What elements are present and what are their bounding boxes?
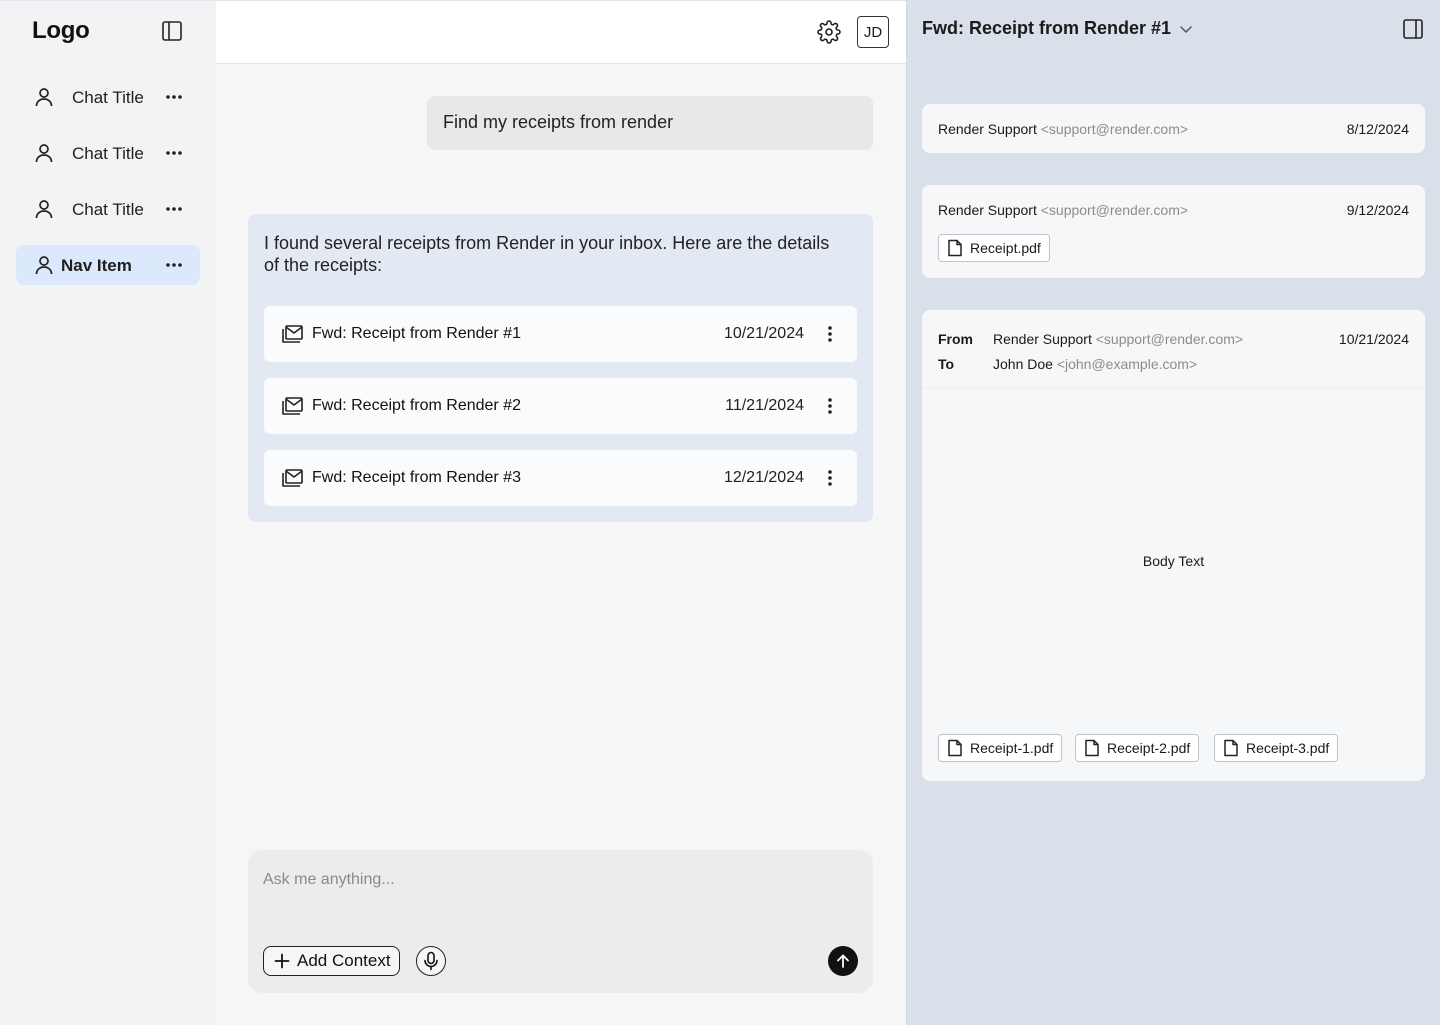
to-email: <john@example.com> bbox=[1056, 356, 1198, 372]
more-vertical-icon[interactable] bbox=[820, 466, 840, 490]
send-button[interactable] bbox=[828, 946, 858, 976]
gear-icon[interactable] bbox=[817, 20, 841, 44]
assistant-message: I found several receipts from Render in … bbox=[248, 214, 873, 522]
mail-stack-icon bbox=[280, 322, 304, 346]
sidebar-item-chat-2[interactable]: Chat Title bbox=[16, 133, 200, 173]
sender-email: <support@render.com> bbox=[1040, 121, 1189, 137]
email-result-row[interactable]: Fwd: Receipt from Render #3 12/21/2024 bbox=[264, 450, 857, 506]
attachment-chip[interactable]: Receipt-1.pdf bbox=[938, 734, 1063, 762]
microphone-icon bbox=[422, 951, 440, 971]
thread-date: 9/12/2024 bbox=[1346, 202, 1409, 218]
file-icon bbox=[1223, 739, 1239, 757]
add-context-label: Add Context bbox=[297, 951, 391, 970]
email-preview-panel: Fwd: Receipt from Render #1 Render Suppo… bbox=[906, 0, 1440, 1025]
open-message: From Render Support <support@render.com>… bbox=[922, 310, 1425, 781]
from-email: <support@render.com> bbox=[1095, 331, 1244, 347]
more-vertical-icon[interactable] bbox=[820, 322, 840, 346]
email-result-title: Fwd: Receipt from Render #1 bbox=[312, 325, 521, 342]
user-message: Find my receipts from render bbox=[427, 96, 873, 150]
sidebar-item-chat-1[interactable]: Chat Title bbox=[16, 77, 200, 117]
user-icon bbox=[32, 141, 56, 165]
attachment-name: Receipt-1.pdf bbox=[970, 740, 1054, 756]
email-result-date: 11/21/2024 bbox=[725, 397, 804, 414]
from-name: Render Support bbox=[993, 331, 1092, 347]
sidebar-item-nav-item[interactable]: Nav Item bbox=[16, 245, 200, 285]
chat-header: JD bbox=[216, 1, 906, 64]
sidebar-item-label: Chat Title bbox=[72, 88, 144, 107]
arrow-up-icon bbox=[835, 953, 851, 969]
attachment-name: Receipt.pdf bbox=[970, 240, 1041, 256]
attachment-chip[interactable]: Receipt.pdf bbox=[938, 234, 1050, 262]
thread-sender: Render Support <support@render.com> bbox=[938, 202, 1188, 218]
email-result-row[interactable]: Fwd: Receipt from Render #2 11/21/2024 bbox=[264, 378, 857, 434]
user-icon bbox=[32, 85, 56, 109]
more-horizontal-icon[interactable] bbox=[164, 197, 184, 221]
sender-email: <support@render.com> bbox=[1040, 202, 1189, 218]
email-result-date: 12/21/2024 bbox=[723, 469, 804, 486]
microphone-button[interactable] bbox=[416, 946, 446, 976]
file-icon bbox=[947, 239, 963, 257]
chat-area: JD Find my receipts from render I found … bbox=[216, 0, 906, 1025]
email-result-date: 10/21/2024 bbox=[723, 325, 804, 342]
chevron-down-icon[interactable] bbox=[1177, 20, 1195, 38]
sender-name: Render Support bbox=[938, 121, 1037, 137]
header-divider bbox=[922, 387, 1425, 388]
sidebar-item-label: Chat Title bbox=[72, 200, 144, 219]
to-value: John Doe <john@example.com> bbox=[993, 356, 1197, 372]
thread-sender: Render Support <support@render.com> bbox=[938, 121, 1188, 137]
more-horizontal-icon[interactable] bbox=[164, 85, 184, 109]
sidebar: Logo Chat Title Chat Title Chat Title Na… bbox=[0, 0, 216, 1025]
thread-message[interactable]: Render Support <support@render.com> 8/12… bbox=[922, 104, 1425, 153]
logo: Logo bbox=[32, 17, 90, 44]
add-context-button[interactable]: Add Context bbox=[263, 946, 400, 976]
mail-stack-icon bbox=[280, 466, 304, 490]
message-body: Body Text bbox=[1142, 553, 1205, 569]
sidebar-toggle-icon[interactable] bbox=[160, 19, 184, 43]
panel-toggle-icon[interactable] bbox=[1401, 17, 1425, 41]
sidebar-item-label: Chat Title bbox=[72, 144, 144, 163]
user-icon bbox=[32, 197, 56, 221]
thread-date: 8/12/2024 bbox=[1346, 121, 1409, 137]
sidebar-item-label: Nav Item bbox=[61, 256, 132, 275]
attachment-name: Receipt-3.pdf bbox=[1246, 740, 1330, 756]
assistant-message-text: I found several receipts from Render in … bbox=[264, 233, 830, 275]
avatar[interactable]: JD bbox=[857, 16, 889, 48]
email-result-title: Fwd: Receipt from Render #2 bbox=[312, 397, 521, 414]
panel-title[interactable]: Fwd: Receipt from Render #1 bbox=[922, 18, 1171, 39]
file-icon bbox=[1084, 739, 1100, 757]
thread-message[interactable]: Render Support <support@render.com> 9/12… bbox=[922, 185, 1425, 278]
composer: Add Context bbox=[248, 850, 873, 993]
email-result-title: Fwd: Receipt from Render #3 bbox=[312, 469, 521, 486]
mail-stack-icon bbox=[280, 394, 304, 418]
email-result-row[interactable]: Fwd: Receipt from Render #1 10/21/2024 bbox=[264, 306, 857, 362]
message-date: 10/21/2024 bbox=[1338, 331, 1409, 347]
plus-icon bbox=[273, 952, 291, 970]
from-value: Render Support <support@render.com> bbox=[993, 331, 1243, 347]
chat-input[interactable] bbox=[263, 868, 853, 892]
to-label: To bbox=[938, 356, 955, 372]
attachment-chip[interactable]: Receipt-2.pdf bbox=[1075, 734, 1200, 762]
attachment-name: Receipt-2.pdf bbox=[1107, 740, 1191, 756]
more-horizontal-icon[interactable] bbox=[164, 253, 184, 277]
attachment-chip[interactable]: Receipt-3.pdf bbox=[1214, 734, 1339, 762]
user-icon bbox=[32, 253, 56, 277]
from-label: From bbox=[938, 331, 973, 347]
sender-name: Render Support bbox=[938, 202, 1037, 218]
more-vertical-icon[interactable] bbox=[820, 394, 840, 418]
more-horizontal-icon[interactable] bbox=[164, 141, 184, 165]
sidebar-item-chat-3[interactable]: Chat Title bbox=[16, 189, 200, 229]
to-name: John Doe bbox=[993, 356, 1053, 372]
file-icon bbox=[947, 739, 963, 757]
